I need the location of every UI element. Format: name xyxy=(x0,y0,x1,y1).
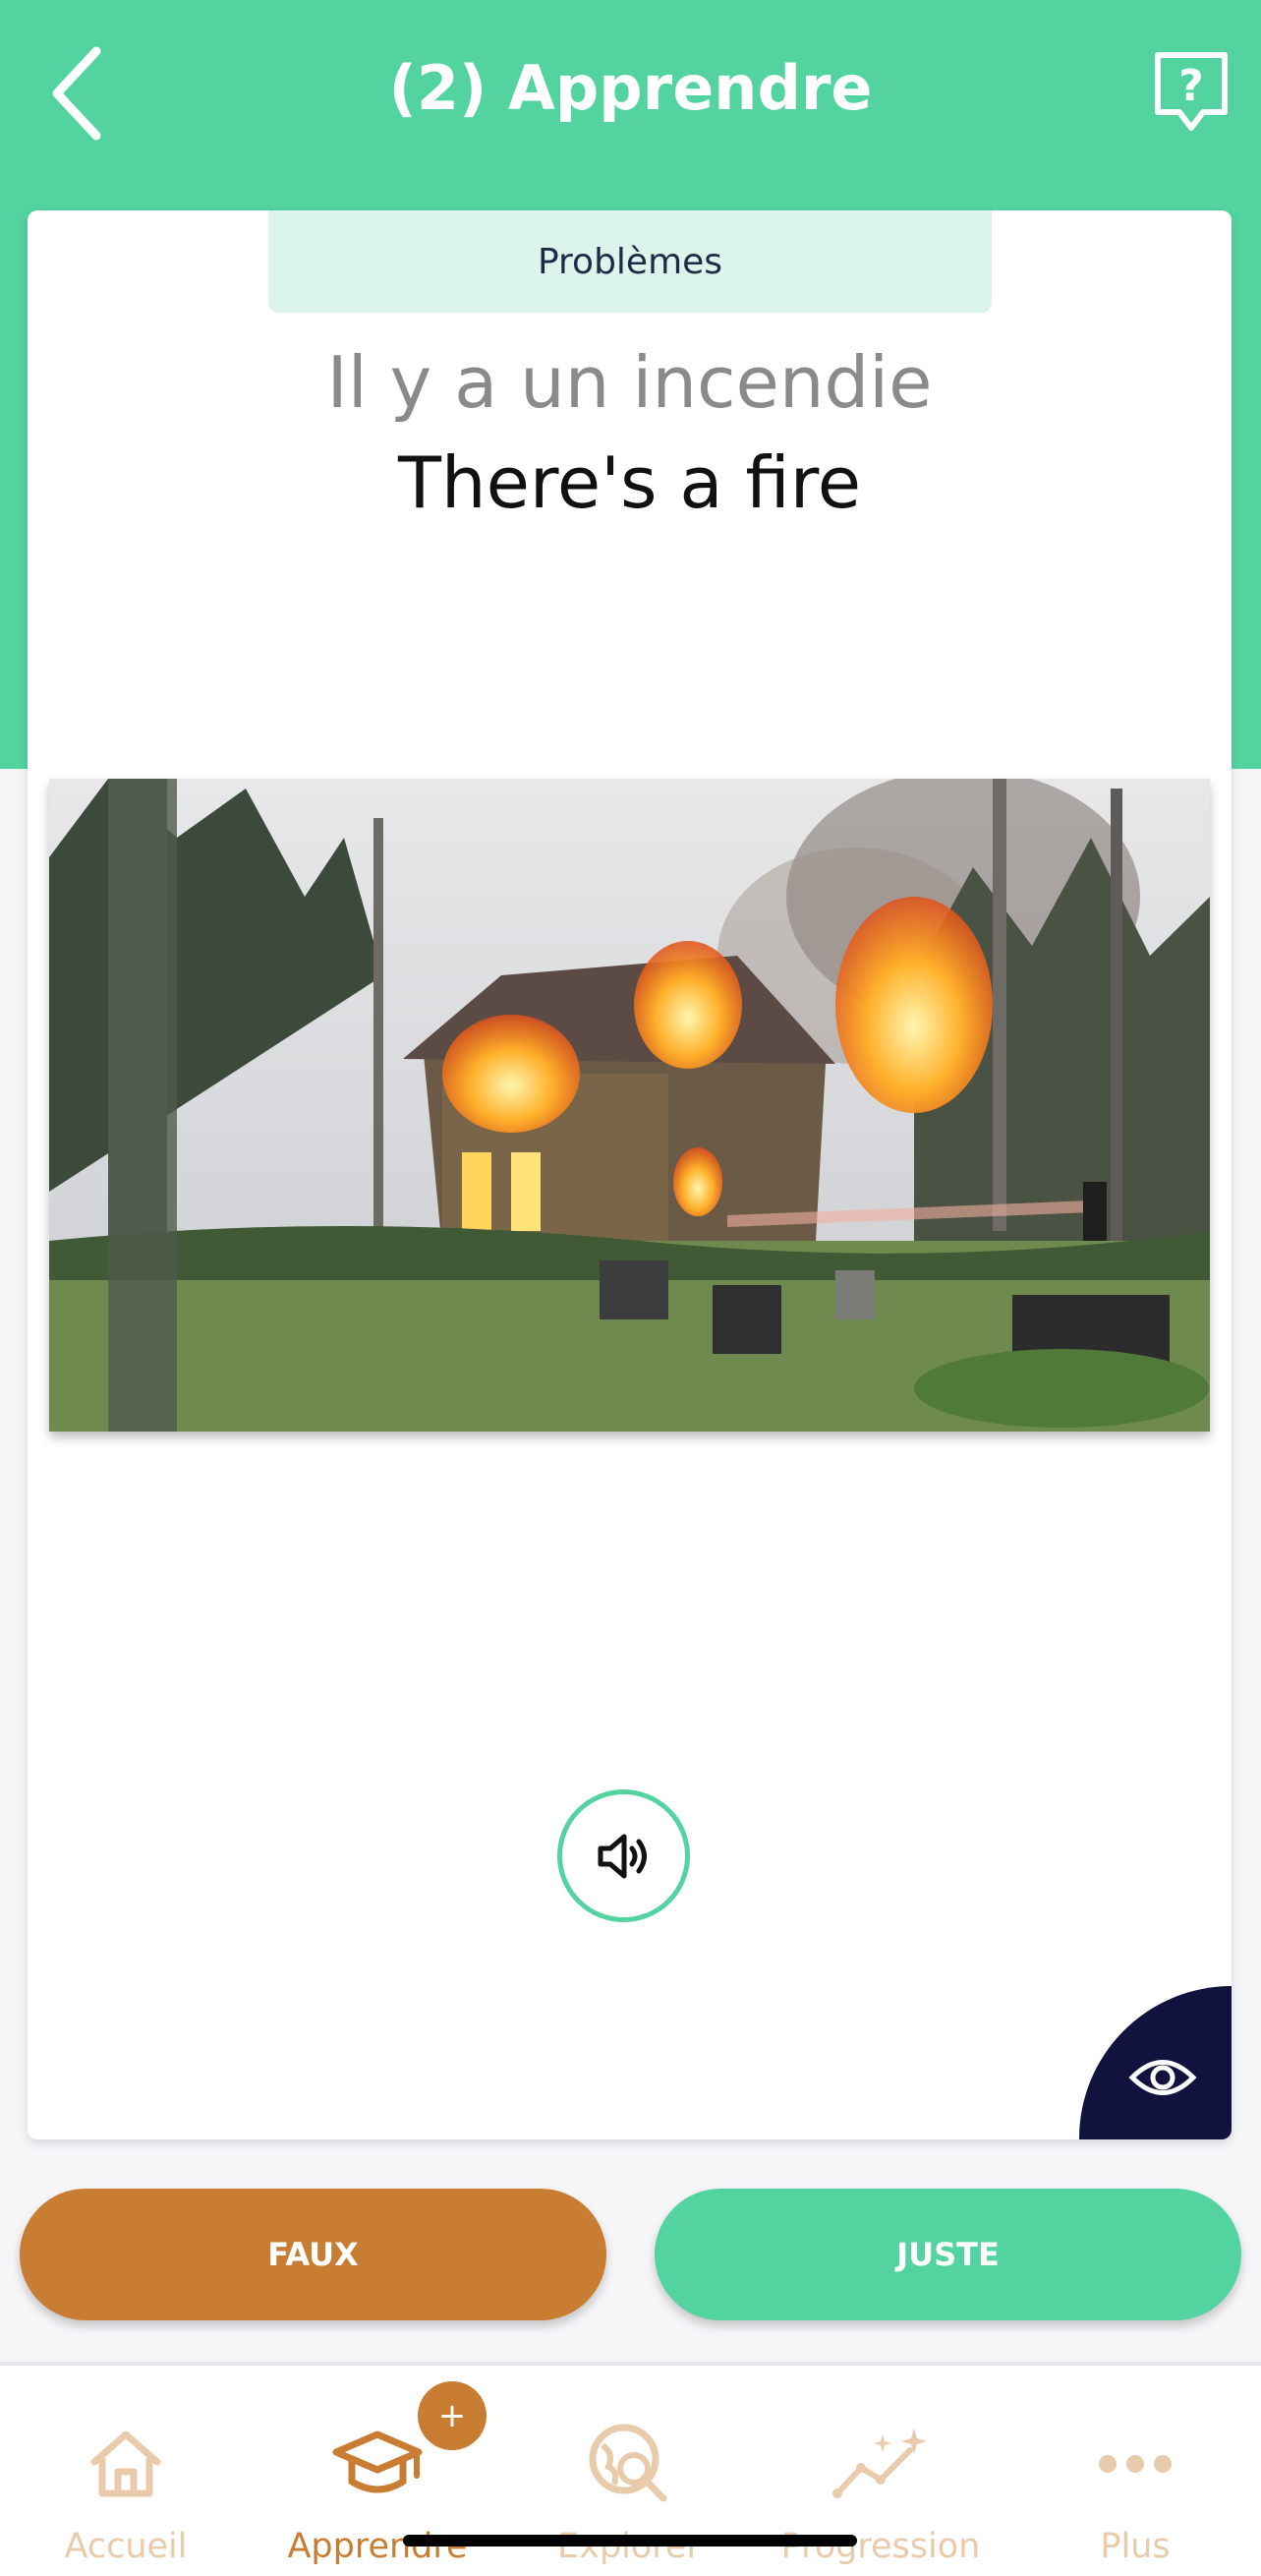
right-answer-button[interactable]: JUSTE xyxy=(655,2189,1241,2320)
svg-text:?: ? xyxy=(1178,61,1204,111)
tab-accueil[interactable]: Accueil xyxy=(0,2405,252,2572)
reveal-button[interactable] xyxy=(1079,1986,1232,2139)
tab-explorer[interactable]: Explorer xyxy=(503,2405,755,2572)
house-fire-illustration xyxy=(49,769,1210,1432)
tab-label: Explorer xyxy=(557,2527,701,2566)
help-button[interactable]: ? xyxy=(1152,49,1231,138)
tab-label: Apprendre xyxy=(287,2527,468,2566)
category-label: Problèmes xyxy=(268,210,992,313)
term-french: Il y a un incendie xyxy=(326,341,933,424)
tab-plus[interactable]: Plus xyxy=(1009,2405,1261,2572)
term-english: There's a fire xyxy=(397,441,862,524)
flashcard: Problèmes Il y a un incendie There's a f… xyxy=(28,210,1232,2139)
graduation-cap-icon xyxy=(332,2430,423,2493)
globe-search-icon xyxy=(589,2424,667,2502)
tab-label: Plus xyxy=(1100,2527,1171,2566)
tab-label: Progression xyxy=(780,2527,981,2566)
flashcard-image xyxy=(49,769,1210,1432)
new-items-badge: + xyxy=(418,2381,487,2450)
tab-label: Accueil xyxy=(64,2527,188,2566)
question-bubble-icon: ? xyxy=(1155,52,1228,131)
speaker-icon xyxy=(598,1834,647,1878)
eye-icon xyxy=(1128,2060,1197,2095)
wrong-answer-button[interactable]: FAUX xyxy=(20,2189,606,2320)
play-sound-button[interactable] xyxy=(557,1789,690,1922)
home-icon xyxy=(90,2430,161,2497)
sparkle-chart-icon xyxy=(832,2429,927,2498)
page-title: (2) Apprendre xyxy=(388,52,873,124)
home-indicator xyxy=(403,2535,857,2547)
tab-progression[interactable]: Progression xyxy=(755,2405,1006,2572)
more-dots-icon xyxy=(1099,2455,1172,2473)
